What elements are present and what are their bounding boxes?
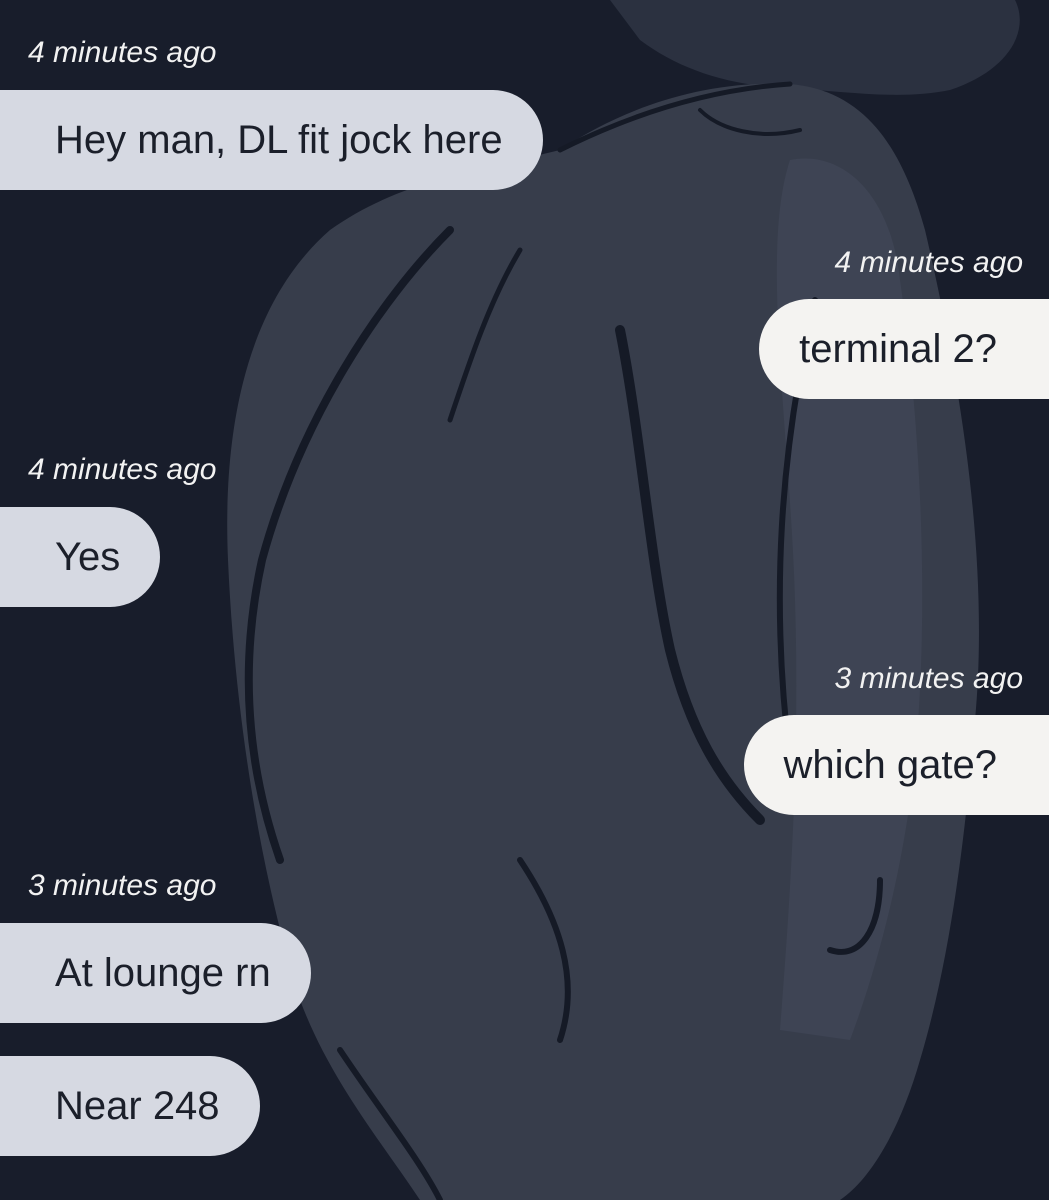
message-text: Yes [55, 534, 121, 579]
message-timestamp: 3 minutes ago [834, 662, 1023, 695]
received-message-bubble[interactable]: At lounge rn [0, 923, 311, 1023]
message-text: which gate? [783, 742, 997, 787]
received-message-bubble[interactable]: Yes [0, 507, 161, 607]
message-timestamp: 4 minutes ago [28, 36, 217, 69]
received-message-bubble[interactable]: Hey man, DL fit jock here [0, 90, 543, 190]
message-text: Near 248 [55, 1083, 220, 1128]
received-message-bubble[interactable]: Near 248 [0, 1056, 260, 1156]
message-timestamp: 4 minutes ago [834, 246, 1023, 279]
message-timestamp: 4 minutes ago [28, 453, 217, 486]
message-timestamp: 3 minutes ago [28, 869, 217, 902]
sent-message-bubble[interactable]: which gate? [743, 715, 1049, 815]
message-text: Hey man, DL fit jock here [55, 117, 503, 162]
sent-message-bubble[interactable]: terminal 2? [759, 299, 1049, 399]
message-text: At lounge rn [55, 950, 271, 995]
chat-screen: 4 minutes ago Hey man, DL fit jock here … [0, 0, 1049, 1200]
message-text: terminal 2? [799, 326, 997, 371]
